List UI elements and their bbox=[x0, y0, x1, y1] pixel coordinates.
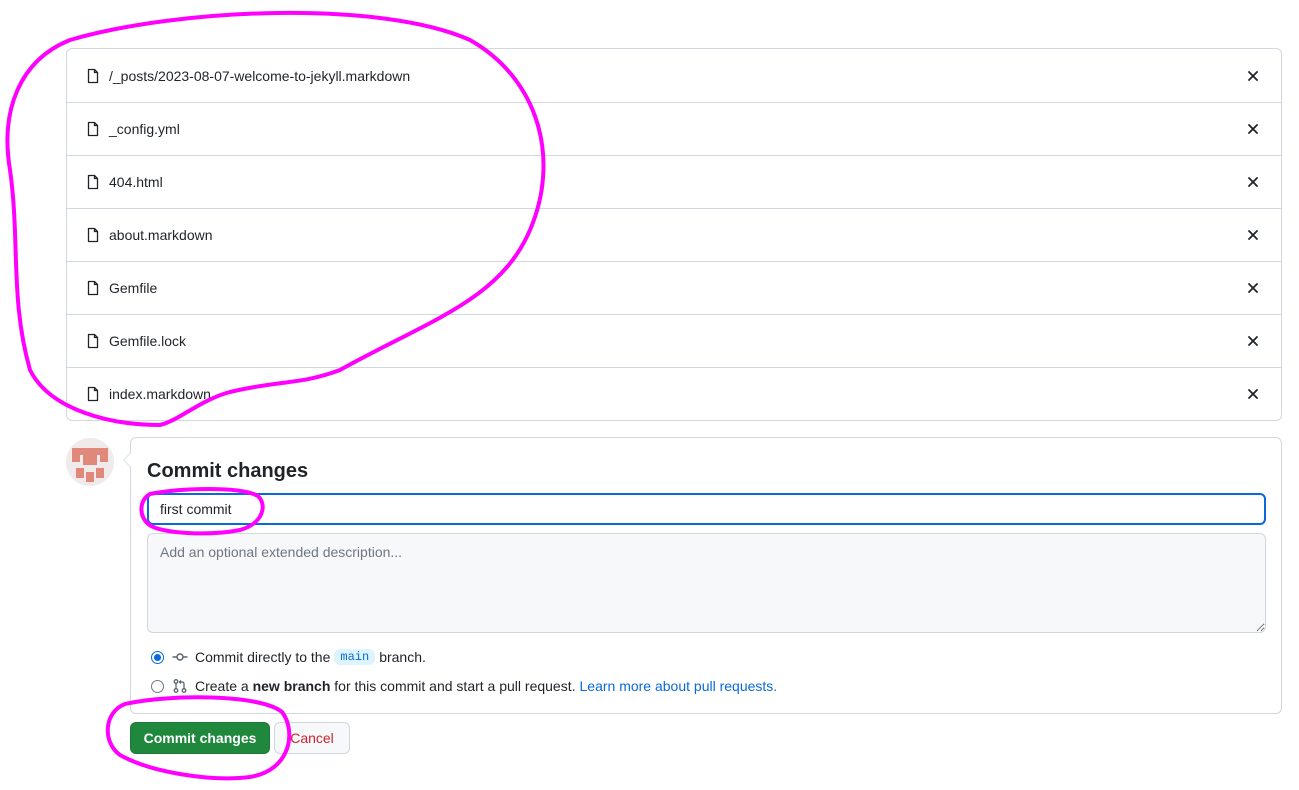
git-commit-icon bbox=[172, 649, 188, 665]
remove-file-button[interactable] bbox=[1243, 331, 1263, 351]
file-icon bbox=[85, 121, 101, 137]
upload-files-page: /_posts/2023-08-07-welcome-to-jekyll.mar… bbox=[0, 0, 1299, 790]
file-icon bbox=[85, 68, 101, 84]
close-icon bbox=[1248, 336, 1258, 346]
file-name: /_posts/2023-08-07-welcome-to-jekyll.mar… bbox=[109, 67, 411, 84]
commit-form: Commit changes Commit directly to the ma… bbox=[123, 437, 1282, 714]
remove-file-button[interactable] bbox=[1243, 225, 1263, 245]
close-icon bbox=[1248, 124, 1258, 134]
file-name: 404.html bbox=[109, 174, 163, 190]
file-name: Gemfile.lock bbox=[109, 333, 187, 349]
close-icon bbox=[1248, 389, 1258, 399]
new-branch-prefix: Create a bbox=[195, 678, 249, 694]
commit-title: Commit changes bbox=[147, 460, 309, 482]
new-branch-option[interactable]: Create a new branch for this commit and … bbox=[151, 678, 777, 694]
file-row: /_posts/2023-08-07-welcome-to-jekyll.mar… bbox=[67, 49, 1281, 102]
remove-file-button[interactable] bbox=[1243, 66, 1263, 86]
file-row: _config.yml bbox=[67, 102, 1281, 155]
avatar bbox=[66, 438, 114, 486]
file-row: about.markdown bbox=[67, 208, 1281, 261]
file-name: about.markdown bbox=[109, 227, 213, 243]
branch-name-badge: main bbox=[334, 649, 376, 665]
file-row: 404.html bbox=[67, 155, 1281, 208]
new-branch-suffix: for this commit and start a pull request… bbox=[334, 678, 576, 694]
file-icon bbox=[85, 280, 101, 296]
new-branch-bold: new branch bbox=[252, 678, 331, 694]
file-row: Gemfile.lock bbox=[67, 314, 1281, 367]
file-icon bbox=[85, 386, 101, 402]
file-row: Gemfile bbox=[67, 261, 1281, 314]
close-icon bbox=[1248, 177, 1258, 187]
new-branch-radio[interactable] bbox=[151, 679, 164, 693]
file-name: _config.yml bbox=[109, 121, 180, 137]
file-icon bbox=[85, 174, 101, 190]
learn-more-pull-requests-link[interactable]: Learn more about pull requests. bbox=[580, 678, 778, 694]
file-icon bbox=[85, 227, 101, 243]
remove-file-button[interactable] bbox=[1243, 119, 1263, 139]
file-list: /_posts/2023-08-07-welcome-to-jekyll.mar… bbox=[66, 48, 1282, 421]
commit-direct-radio[interactable] bbox=[151, 650, 164, 664]
git-pull-request-icon bbox=[172, 678, 188, 694]
commit-changes-button[interactable]: Commit changes bbox=[130, 722, 270, 754]
file-name: index.markdown bbox=[109, 386, 211, 402]
close-icon bbox=[1248, 70, 1258, 81]
cancel-button[interactable]: Cancel bbox=[274, 722, 350, 754]
file-name: Gemfile bbox=[109, 280, 158, 296]
commit-direct-prefix: Commit directly to the bbox=[195, 649, 331, 665]
commit-direct-option[interactable]: Commit directly to the main branch. bbox=[151, 649, 426, 665]
close-icon bbox=[1248, 283, 1258, 293]
commit-direct-suffix: branch. bbox=[379, 649, 426, 665]
remove-file-button[interactable] bbox=[1243, 278, 1263, 298]
close-icon bbox=[1248, 230, 1258, 240]
file-icon bbox=[85, 333, 101, 349]
speech-pointer-inner bbox=[124, 452, 132, 468]
remove-file-button[interactable] bbox=[1243, 384, 1263, 404]
commit-summary-input[interactable] bbox=[147, 493, 1266, 525]
file-row: index.markdown bbox=[67, 367, 1281, 420]
identicon-avatar-icon bbox=[66, 438, 114, 486]
commit-description-textarea[interactable] bbox=[147, 533, 1266, 633]
remove-file-button[interactable] bbox=[1243, 172, 1263, 192]
